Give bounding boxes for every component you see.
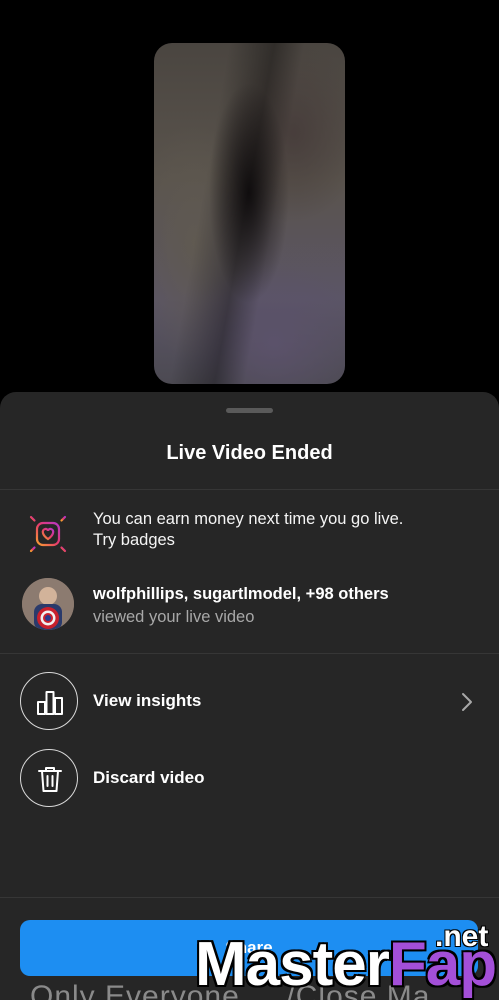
discard-video-button[interactable]: Discard video	[0, 749, 499, 809]
badges-notice[interactable]: You can earn money next time you go live…	[0, 500, 499, 560]
chevron-right-icon	[462, 693, 472, 711]
viewers-names: wolfphillips, sugartlmodel, +98 others	[93, 585, 389, 603]
viewers-summary[interactable]: wolfphillips, sugartlmodel, +98 others v…	[0, 574, 499, 634]
badges-notice-line1: You can earn money next time you go live…	[93, 510, 404, 528]
avatar	[22, 578, 74, 630]
badges-notice-line2: Try badges	[93, 531, 175, 549]
divider	[0, 653, 499, 654]
avatar-image	[22, 578, 74, 630]
discard-video-label: Discard video	[93, 768, 205, 787]
divider	[0, 897, 499, 898]
insights-circle	[20, 672, 78, 730]
heart-badge-icon	[22, 508, 74, 560]
watermark-suffix: .net	[435, 920, 489, 953]
badges-notice-text: You can earn money next time you go live…	[93, 509, 473, 551]
viewers-subtitle: viewed your live video	[93, 608, 255, 626]
sheet-grabber[interactable]	[226, 408, 273, 413]
trash-icon	[38, 767, 62, 792]
view-insights-label: View insights	[93, 691, 202, 710]
view-insights-button[interactable]: View insights	[0, 672, 499, 732]
live-ended-sheet: Live Video Ended You can earn money next…	[0, 392, 499, 1000]
sheet-title: Live Video Ended	[166, 442, 333, 464]
divider	[0, 489, 499, 490]
bar-chart-icon	[37, 691, 63, 715]
discard-circle	[20, 749, 78, 807]
live-video-thumbnail	[154, 43, 345, 384]
watermark-logo: MasterFap .net	[195, 920, 499, 1000]
